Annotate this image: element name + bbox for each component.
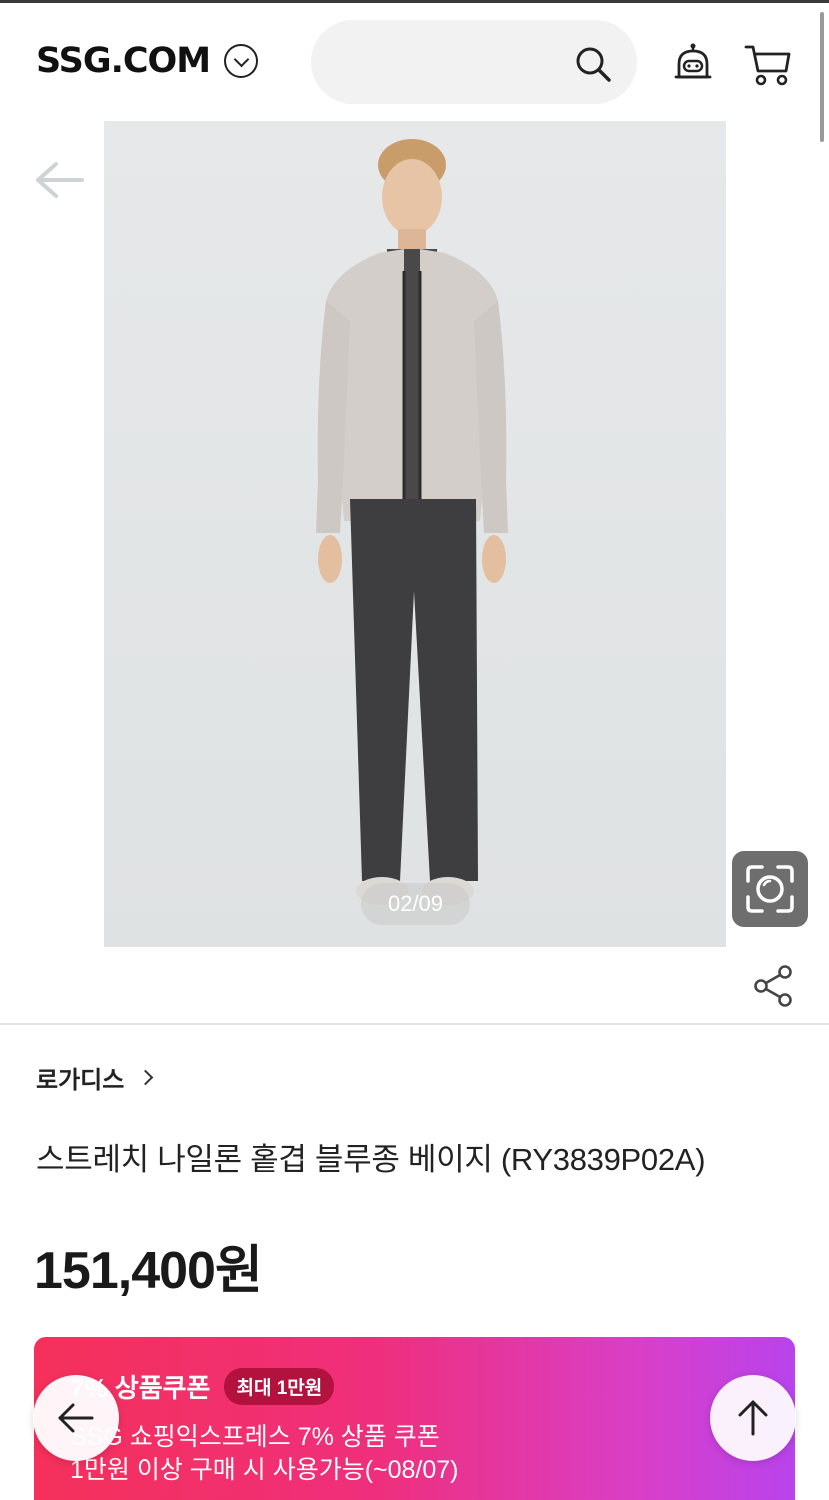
logo-menu[interactable]: SSG.COM bbox=[36, 41, 259, 81]
image-counter: 02/09 bbox=[361, 883, 470, 925]
camera-lens-icon bbox=[746, 865, 794, 913]
brand-link[interactable]: 로가디스 bbox=[36, 1060, 154, 1095]
arrow-left-icon bbox=[58, 1403, 94, 1433]
share-icon[interactable] bbox=[752, 964, 794, 1008]
arrow-left-icon[interactable] bbox=[34, 160, 86, 200]
cart-icon[interactable] bbox=[744, 43, 792, 87]
header: SSG.COM bbox=[0, 3, 829, 115]
scroll-top-button[interactable] bbox=[710, 1375, 796, 1461]
section-divider bbox=[0, 1023, 829, 1025]
chevron-down-circle-icon[interactable] bbox=[224, 44, 259, 78]
search-input[interactable] bbox=[311, 20, 637, 104]
product-photo bbox=[104, 121, 726, 947]
arrow-up-icon bbox=[738, 1400, 768, 1436]
product-image[interactable] bbox=[104, 121, 726, 947]
product-price: 151,400원 bbox=[34, 1242, 263, 1300]
search-icon[interactable] bbox=[573, 44, 613, 84]
chevron-right-icon bbox=[138, 1069, 154, 1086]
product-title: 스트레치 나일론 홑겹 블루종 베이지 (RY3839P02A) bbox=[36, 1142, 706, 1177]
logo[interactable]: SSG.COM bbox=[36, 41, 211, 81]
coupon-condition: 1만원 이상 구매 시 사용가능(~08/07) bbox=[70, 1456, 459, 1484]
coupon-badge: 최대 1만원 bbox=[224, 1368, 335, 1405]
coupon-description: SSG 쇼핑익스프레스 7% 상품 쿠폰 bbox=[70, 1423, 440, 1451]
brand-name[interactable]: 로가디스 bbox=[36, 1060, 124, 1095]
bell-icon[interactable] bbox=[672, 43, 714, 87]
floating-back-button[interactable] bbox=[33, 1375, 119, 1461]
lens-search-button[interactable] bbox=[732, 851, 808, 927]
coupon-banner[interactable]: 7% 상품쿠폰 최대 1만원 SSG 쇼핑익스프레스 7% 상품 쿠폰 1만원 … bbox=[34, 1337, 795, 1500]
